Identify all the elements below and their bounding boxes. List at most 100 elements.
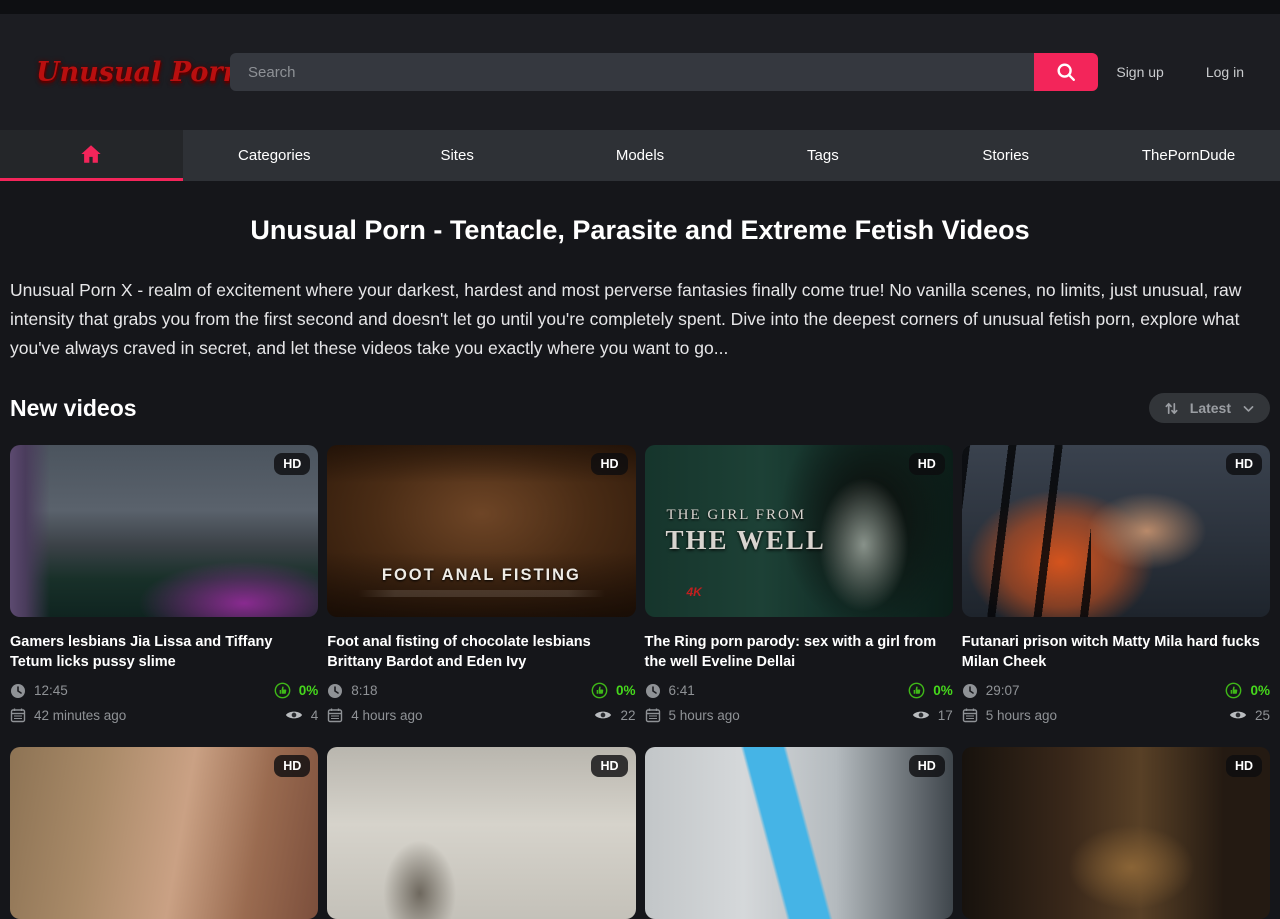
hd-badge: HD — [591, 453, 627, 475]
video-meta-row: 5 hours ago 17 — [645, 707, 953, 723]
page-description: Unusual Porn X - realm of excitement whe… — [10, 276, 1270, 363]
video-meta-row: 4 hours ago 22 — [327, 707, 635, 723]
video-card[interactable]: HD Futanari prison witch Matty Mila hard… — [962, 445, 1270, 723]
video-title[interactable]: The Ring porn parody: sex with a girl fr… — [645, 632, 953, 672]
video-thumbnail[interactable]: HD — [962, 747, 1270, 919]
video-meta-row: 8:18 0% — [327, 682, 635, 699]
login-link[interactable]: Log in — [1206, 64, 1244, 80]
auth-links: Sign up Log in — [1116, 64, 1244, 80]
thumbnail-caption: THE WELL — [666, 525, 826, 556]
site-logo[interactable]: Unusual Porn — [36, 57, 208, 88]
video-rating: 0% — [299, 683, 319, 698]
video-duration: 8:18 — [351, 683, 377, 698]
video-views: 4 — [311, 708, 319, 723]
search-form — [230, 53, 1098, 91]
video-thumbnail[interactable]: HD FOOT ANAL FISTING — [327, 445, 635, 617]
eye-icon — [912, 708, 930, 722]
site-header: Unusual Porn Sign up Log in — [0, 14, 1280, 130]
video-duration: 6:41 — [669, 683, 695, 698]
chevron-down-icon — [1242, 402, 1255, 415]
video-card[interactable]: HD THE GIRL FROM THE WELL 4K The Ring po… — [645, 445, 953, 723]
video-rating: 0% — [933, 683, 953, 698]
top-strip — [0, 0, 1280, 14]
hd-badge: HD — [909, 453, 945, 475]
video-date: 42 minutes ago — [34, 708, 126, 723]
video-views: 25 — [1255, 708, 1270, 723]
thumbs-up-icon — [1225, 682, 1242, 699]
video-thumbnail[interactable]: HD — [10, 747, 318, 919]
video-duration: 12:45 — [34, 683, 68, 698]
thumbs-up-icon — [591, 682, 608, 699]
search-button[interactable] — [1034, 53, 1098, 91]
sort-dropdown[interactable]: Latest — [1149, 393, 1270, 423]
sort-icon — [1164, 401, 1179, 416]
calendar-icon — [327, 707, 343, 723]
video-card[interactable]: HD — [327, 747, 635, 919]
thumbnail-caption: THE GIRL FROM — [667, 507, 807, 524]
nav-item-models[interactable]: Models — [549, 130, 732, 181]
video-thumbnail[interactable]: HD THE GIRL FROM THE WELL 4K — [645, 445, 953, 617]
nav-item-sites[interactable]: Sites — [366, 130, 549, 181]
video-grid: HD Gamers lesbians Jia Lissa and Tiffany… — [10, 445, 1270, 919]
nav-item-tags[interactable]: Tags — [731, 130, 914, 181]
thumbs-up-icon — [908, 682, 925, 699]
calendar-icon — [645, 707, 661, 723]
nav-item-categories[interactable]: Categories — [183, 130, 366, 181]
hd-badge: HD — [591, 755, 627, 777]
video-duration: 29:07 — [986, 683, 1020, 698]
video-meta-row: 42 minutes ago 4 — [10, 707, 318, 723]
eye-icon — [1229, 708, 1247, 722]
clock-icon — [962, 683, 978, 699]
page-title: Unusual Porn - Tentacle, Parasite and Ex… — [10, 215, 1270, 246]
thumbnail-caption: FOOT ANAL FISTING — [327, 566, 635, 585]
clock-icon — [645, 683, 661, 699]
video-date: 4 hours ago — [351, 708, 422, 723]
search-input[interactable] — [230, 53, 1034, 91]
video-card[interactable]: HD — [645, 747, 953, 919]
hd-badge: HD — [1226, 755, 1262, 777]
nav-item-stories[interactable]: Stories — [914, 130, 1097, 181]
video-rating: 0% — [616, 683, 636, 698]
home-icon — [80, 143, 102, 165]
hd-badge: HD — [1226, 453, 1262, 475]
video-date: 5 hours ago — [669, 708, 740, 723]
hd-badge: HD — [909, 755, 945, 777]
video-title[interactable]: Futanari prison witch Matty Mila hard fu… — [962, 632, 1270, 672]
video-title[interactable]: Gamers lesbians Jia Lissa and Tiffany Te… — [10, 632, 318, 672]
video-views: 22 — [620, 708, 635, 723]
clock-icon — [10, 683, 26, 699]
thumbs-up-icon — [274, 682, 291, 699]
main-nav: Categories Sites Models Tags Stories The… — [0, 130, 1280, 181]
video-card[interactable]: HD FOOT ANAL FISTING Foot anal fisting o… — [327, 445, 635, 723]
video-views: 17 — [938, 708, 953, 723]
video-thumbnail[interactable]: HD — [10, 445, 318, 617]
sort-label: Latest — [1190, 400, 1231, 416]
video-thumbnail[interactable]: HD — [327, 747, 635, 919]
eye-icon — [285, 708, 303, 722]
video-meta-row: 6:41 0% — [645, 682, 953, 699]
section-title: New videos — [10, 395, 137, 422]
video-thumbnail[interactable]: HD — [962, 445, 1270, 617]
video-meta-row: 29:07 0% — [962, 682, 1270, 699]
video-card[interactable]: HD — [962, 747, 1270, 919]
video-thumbnail[interactable]: HD — [645, 747, 953, 919]
main-content: Unusual Porn - Tentacle, Parasite and Ex… — [0, 215, 1280, 919]
signup-link[interactable]: Sign up — [1116, 64, 1163, 80]
nav-item-theporndude[interactable]: ThePornDude — [1097, 130, 1280, 181]
section-header: New videos Latest — [10, 393, 1270, 423]
hd-badge: HD — [274, 453, 310, 475]
calendar-icon — [962, 707, 978, 723]
video-meta-row: 12:45 0% — [10, 682, 318, 699]
clock-icon — [327, 683, 343, 699]
nav-item-home[interactable] — [0, 130, 183, 181]
video-card[interactable]: HD Gamers lesbians Jia Lissa and Tiffany… — [10, 445, 318, 723]
eye-icon — [594, 708, 612, 722]
search-icon — [1055, 61, 1077, 83]
hd-badge: HD — [274, 755, 310, 777]
video-date: 5 hours ago — [986, 708, 1057, 723]
video-meta-row: 5 hours ago 25 — [962, 707, 1270, 723]
video-rating: 0% — [1250, 683, 1270, 698]
video-card[interactable]: HD — [10, 747, 318, 919]
thumbnail-credits-line — [358, 590, 605, 597]
video-title[interactable]: Foot anal fisting of chocolate lesbians … — [327, 632, 635, 672]
